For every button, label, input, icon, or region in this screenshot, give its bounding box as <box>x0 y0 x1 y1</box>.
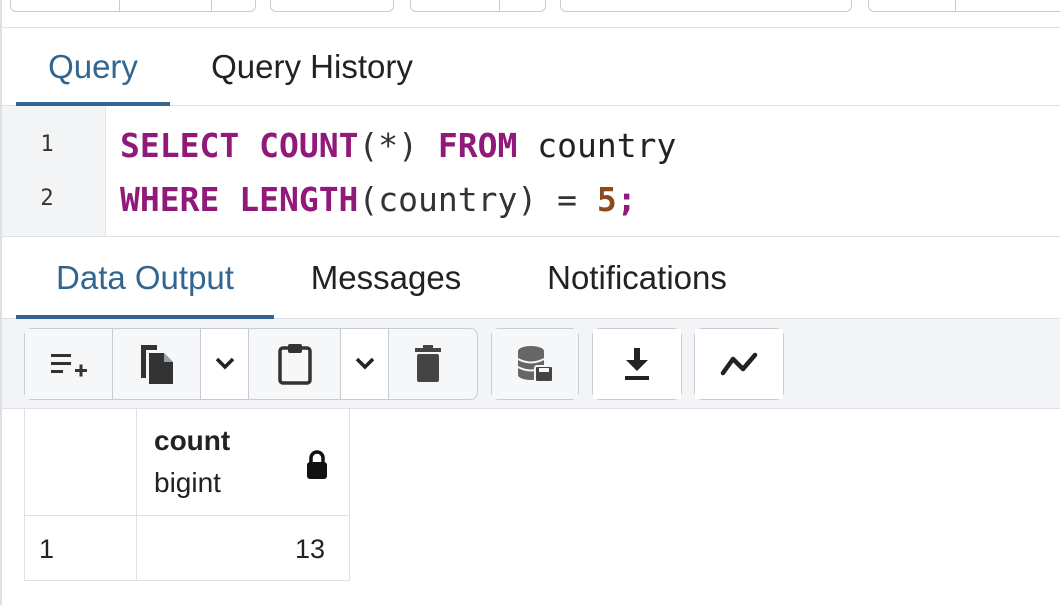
output-tabbar: Data Output Messages Notifications <box>2 237 1060 319</box>
code-line-1[interactable]: SELECT COUNT(*) FROM country <box>120 126 676 165</box>
toolbar-group-3[interactable] <box>410 0 546 12</box>
copy-options-dropdown[interactable] <box>201 329 249 399</box>
tab-label: Query History <box>211 47 413 85</box>
column-type: bigint <box>154 467 221 498</box>
grid-corner-cell[interactable] <box>24 409 137 516</box>
graph-visualiser-button[interactable] <box>695 329 783 399</box>
tab-data-output[interactable]: Data Output <box>16 237 274 319</box>
tab-query-history[interactable]: Query History <box>184 28 440 105</box>
line-gutter <box>2 106 106 236</box>
paste-icon <box>277 344 312 385</box>
sql-keyword: SELECT <box>120 126 240 165</box>
cell-value: 13 <box>294 534 325 564</box>
toolbar-group-1[interactable] <box>10 0 256 12</box>
toolbar-group-2[interactable] <box>270 0 394 12</box>
sql-number: 5 <box>596 180 617 219</box>
query-tool: Query Query History 1 2 SELECT COUNT(*) … <box>0 0 1060 605</box>
graph-group <box>694 328 784 400</box>
add-row-button[interactable] <box>25 329 113 399</box>
sql-text: country <box>517 126 677 165</box>
copy-icon <box>140 345 173 384</box>
line-number: 1 <box>40 132 54 157</box>
query-tabbar: Query Query History <box>2 28 1060 106</box>
save-group <box>491 328 579 400</box>
sql-keyword: WHERE <box>120 180 220 219</box>
code-line-2[interactable]: WHERE LENGTH(country) = 5; <box>120 180 637 219</box>
paste-options-dropdown[interactable] <box>341 329 389 399</box>
tab-label: Messages <box>310 258 462 296</box>
column-name: count <box>154 425 231 456</box>
sql-keyword: FROM <box>437 126 518 165</box>
line-number: 2 <box>40 186 54 211</box>
tab-label: Notifications <box>547 258 727 296</box>
sql-punctuation: ; <box>616 180 637 219</box>
copy-button[interactable] <box>113 329 201 399</box>
graph-icon <box>720 352 758 376</box>
toolbar-group-5[interactable] <box>868 0 1060 12</box>
delete-icon <box>415 345 441 382</box>
delete-button[interactable] <box>389 329 467 399</box>
tab-messages[interactable]: Messages <box>286 237 486 318</box>
sql-text: (*) <box>358 126 419 165</box>
chevron-down-icon <box>215 357 234 370</box>
tab-label: Query <box>48 47 138 85</box>
row-number: 1 <box>39 534 55 564</box>
tab-label: Data Output <box>56 258 234 296</box>
add-row-icon <box>50 354 87 377</box>
tab-query[interactable]: Query <box>16 28 170 106</box>
sql-function: LENGTH <box>239 180 359 219</box>
table-cell[interactable]: 13 <box>137 516 350 581</box>
download-group <box>592 328 682 400</box>
column-header-count[interactable]: count bigint <box>137 409 350 516</box>
lock-icon <box>307 450 327 479</box>
edit-button-group <box>24 328 478 400</box>
sql-text: (country) = <box>358 180 597 219</box>
paste-button[interactable] <box>249 329 341 399</box>
main-toolbar <box>2 0 1060 28</box>
row-number-cell[interactable]: 1 <box>24 516 137 581</box>
download-button[interactable] <box>593 329 681 399</box>
tab-notifications[interactable]: Notifications <box>512 237 762 318</box>
chevron-down-icon <box>355 357 374 370</box>
sql-editor[interactable]: 1 2 SELECT COUNT(*) FROM country WHERE L… <box>2 106 1060 237</box>
save-data-button[interactable] <box>492 329 578 399</box>
data-grid-toolbar <box>2 319 1060 409</box>
toolbar-group-4[interactable] <box>560 0 852 12</box>
sql-function: COUNT <box>259 126 359 165</box>
save-data-icon <box>517 346 554 383</box>
download-icon <box>625 348 649 380</box>
